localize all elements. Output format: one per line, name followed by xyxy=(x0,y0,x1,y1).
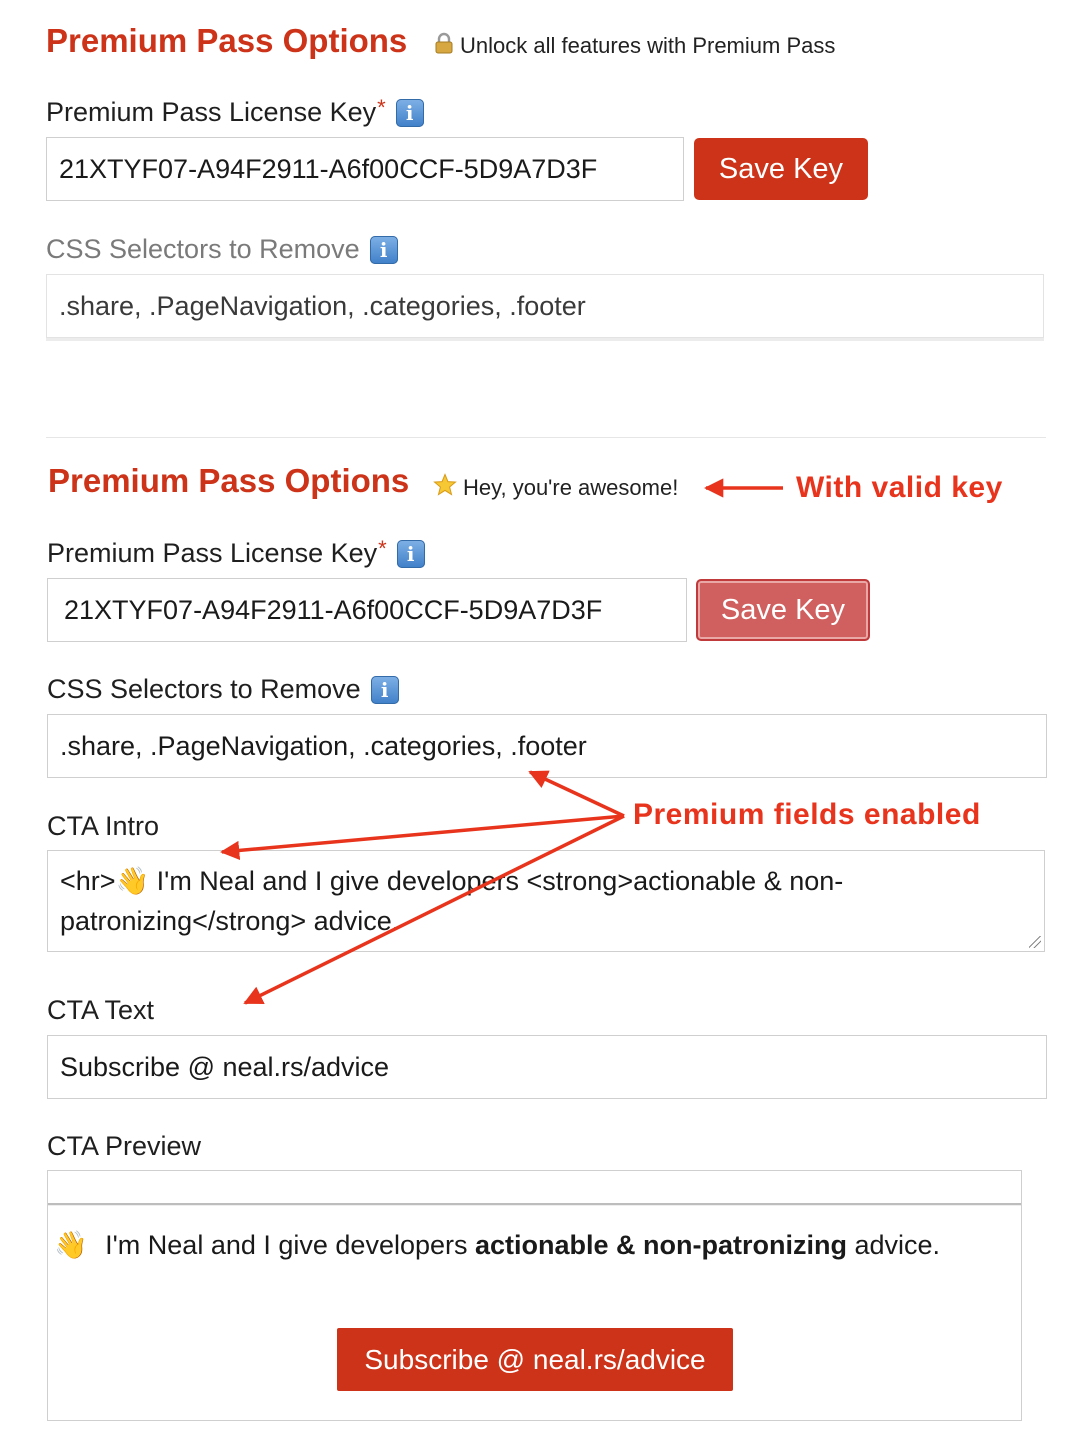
with-valid-key-note: With valid key xyxy=(796,471,1003,504)
annotation-arrows xyxy=(220,478,783,1005)
premium-fields-note: Premium fields enabled xyxy=(633,798,981,831)
css-selectors-arrow xyxy=(528,770,625,818)
